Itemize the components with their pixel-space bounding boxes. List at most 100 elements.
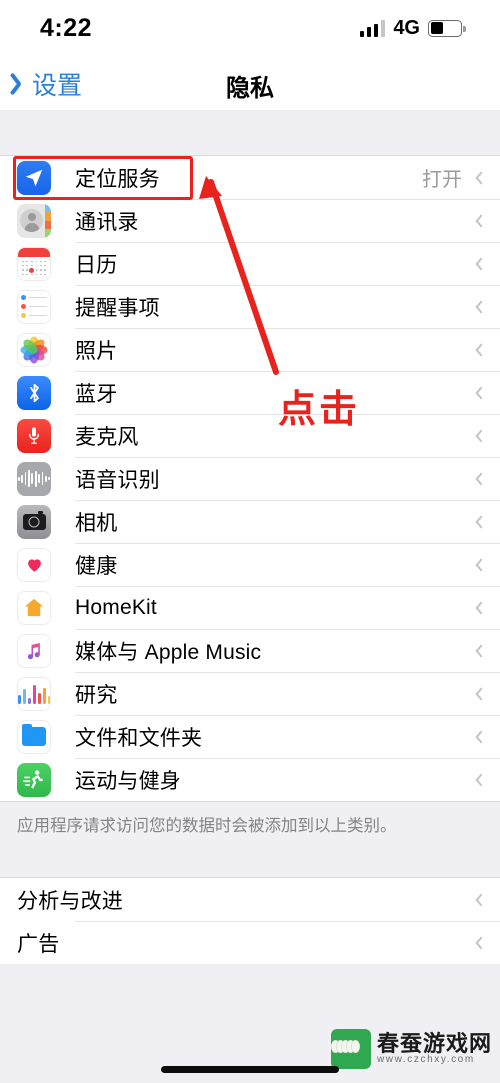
- row-label: 运动与健身: [75, 769, 181, 793]
- row-accessory: [472, 428, 500, 444]
- row-accessory: [472, 256, 500, 272]
- row-label: 健康: [75, 554, 118, 578]
- chevron-right-icon: [472, 428, 481, 444]
- row-accessory: [472, 514, 500, 530]
- privacy-footer-note: 应用程序请求访问您的数据时会被添加到以上类别。: [0, 802, 500, 854]
- row-label: 分析与改进: [17, 889, 123, 913]
- row-accessory: [472, 729, 500, 745]
- privacy-settings-list: 定位服务 打开 通讯录 日历 提醒事项 照片 蓝牙 麦克风 语音识别 相机 健康…: [0, 155, 500, 802]
- navigation-bar: 设置 隐私: [0, 56, 500, 110]
- row-accessory: [472, 772, 500, 788]
- chevron-right-icon: [472, 342, 481, 358]
- page-title: 隐私: [226, 75, 274, 102]
- settings-row-location-services[interactable]: 定位服务 打开: [0, 156, 500, 199]
- row-label: 照片: [75, 339, 118, 363]
- row-label: HomeKit: [75, 595, 157, 619]
- speech-recognition-icon: [17, 461, 51, 496]
- row-accessory: [472, 557, 500, 573]
- chevron-right-icon: [472, 514, 481, 530]
- research-icon: [17, 676, 51, 711]
- chevron-right-icon: [472, 256, 481, 272]
- files-and-folders-icon: [17, 719, 51, 754]
- settings-row-contacts[interactable]: 通讯录: [0, 199, 500, 242]
- row-label: 广告: [17, 932, 60, 956]
- settings-row-microphone[interactable]: 麦克风: [0, 414, 500, 457]
- settings-row-homekit[interactable]: HomeKit: [0, 586, 500, 629]
- row-label: 相机: [75, 511, 118, 535]
- apple-music-icon: [17, 633, 51, 668]
- settings-row-bluetooth[interactable]: 蓝牙: [0, 371, 500, 414]
- chevron-right-icon: [472, 772, 481, 788]
- bottom-settings-list: 分析与改进 广告: [0, 877, 500, 965]
- settings-row-files-and-folders[interactable]: 文件和文件夹: [0, 715, 500, 758]
- signal-bars-icon: [359, 20, 386, 37]
- row-accessory: [472, 935, 500, 951]
- row-accessory: [472, 385, 500, 401]
- row-label: 媒体与 Apple Music: [75, 640, 262, 664]
- settings-row-media-apple-music[interactable]: 媒体与 Apple Music: [0, 629, 500, 672]
- row-label: 通讯录: [75, 210, 139, 234]
- chevron-right-icon: [472, 213, 481, 229]
- settings-row-photos[interactable]: 照片: [0, 328, 500, 371]
- settings-scroll-area[interactable]: 定位服务 打开 通讯录 日历 提醒事项 照片 蓝牙 麦克风 语音识别 相机 健康…: [0, 110, 500, 1083]
- row-label: 提醒事项: [75, 296, 160, 320]
- contacts-icon: [17, 203, 51, 238]
- settings-row-research[interactable]: 研究: [0, 672, 500, 715]
- row-accessory: [472, 686, 500, 702]
- settings-row-reminders[interactable]: 提醒事项: [0, 285, 500, 328]
- calendar-icon: [17, 246, 51, 281]
- network-type-label: 4G: [393, 16, 420, 39]
- settings-row-camera[interactable]: 相机: [0, 500, 500, 543]
- row-label: 日历: [75, 253, 118, 277]
- chevron-right-icon: [472, 471, 481, 487]
- settings-row-speech-recognition[interactable]: 语音识别: [0, 457, 500, 500]
- row-accessory: [472, 342, 500, 358]
- row-accessory: [472, 213, 500, 229]
- bluetooth-icon: [17, 375, 51, 410]
- row-label: 文件和文件夹: [75, 726, 203, 750]
- settings-row-advertising[interactable]: 广告: [0, 921, 500, 965]
- status-time: 4:22: [40, 13, 93, 42]
- list-top-spacer: [0, 110, 500, 155]
- health-icon: [17, 547, 51, 582]
- chevron-right-icon: [472, 299, 481, 315]
- chevron-right-icon: [472, 557, 481, 573]
- chevron-right-icon: [472, 935, 481, 951]
- chevron-right-icon: [472, 892, 481, 908]
- photos-icon: [17, 332, 51, 367]
- row-accessory: [472, 600, 500, 616]
- row-accessory: 打开: [422, 163, 500, 192]
- location-services-icon: [17, 160, 51, 195]
- row-accessory: [472, 299, 500, 315]
- section-spacer: [0, 853, 500, 878]
- reminders-icon: [17, 289, 51, 324]
- home-indicator[interactable]: [161, 1066, 339, 1073]
- camera-icon: [17, 504, 51, 539]
- battery-icon: [428, 19, 466, 37]
- row-accessory: [472, 471, 500, 487]
- chevron-right-icon: [472, 170, 481, 186]
- row-label: 研究: [75, 683, 118, 707]
- homekit-icon: [17, 590, 51, 625]
- settings-row-health[interactable]: 健康: [0, 543, 500, 586]
- motion-fitness-icon: [17, 762, 51, 797]
- settings-row-calendar[interactable]: 日历: [0, 242, 500, 285]
- row-label: 语音识别: [75, 468, 160, 492]
- row-label: 麦克风: [75, 425, 139, 449]
- settings-row-motion-fitness[interactable]: 运动与健身: [0, 758, 500, 801]
- row-accessory: [472, 643, 500, 659]
- settings-row-analytics-improvements[interactable]: 分析与改进: [0, 878, 500, 922]
- row-label: 蓝牙: [75, 382, 118, 406]
- chevron-right-icon: [472, 643, 481, 659]
- status-bar: 4:22 4G: [0, 0, 500, 56]
- chevron-right-icon: [472, 729, 481, 745]
- microphone-icon: [17, 418, 51, 453]
- chevron-right-icon: [472, 600, 481, 616]
- row-accessory: [472, 892, 500, 908]
- row-value: 打开: [422, 169, 462, 191]
- chevron-right-icon: [472, 686, 481, 702]
- row-label: 定位服务: [75, 167, 160, 191]
- status-right-group: 4G: [359, 16, 466, 40]
- iphone-screen: 4:22 4G 设置 隐私 定位服务 打开 通讯录 日历 提醒事项 照片 蓝牙 …: [0, 0, 500, 1083]
- chevron-right-icon: [472, 385, 481, 401]
